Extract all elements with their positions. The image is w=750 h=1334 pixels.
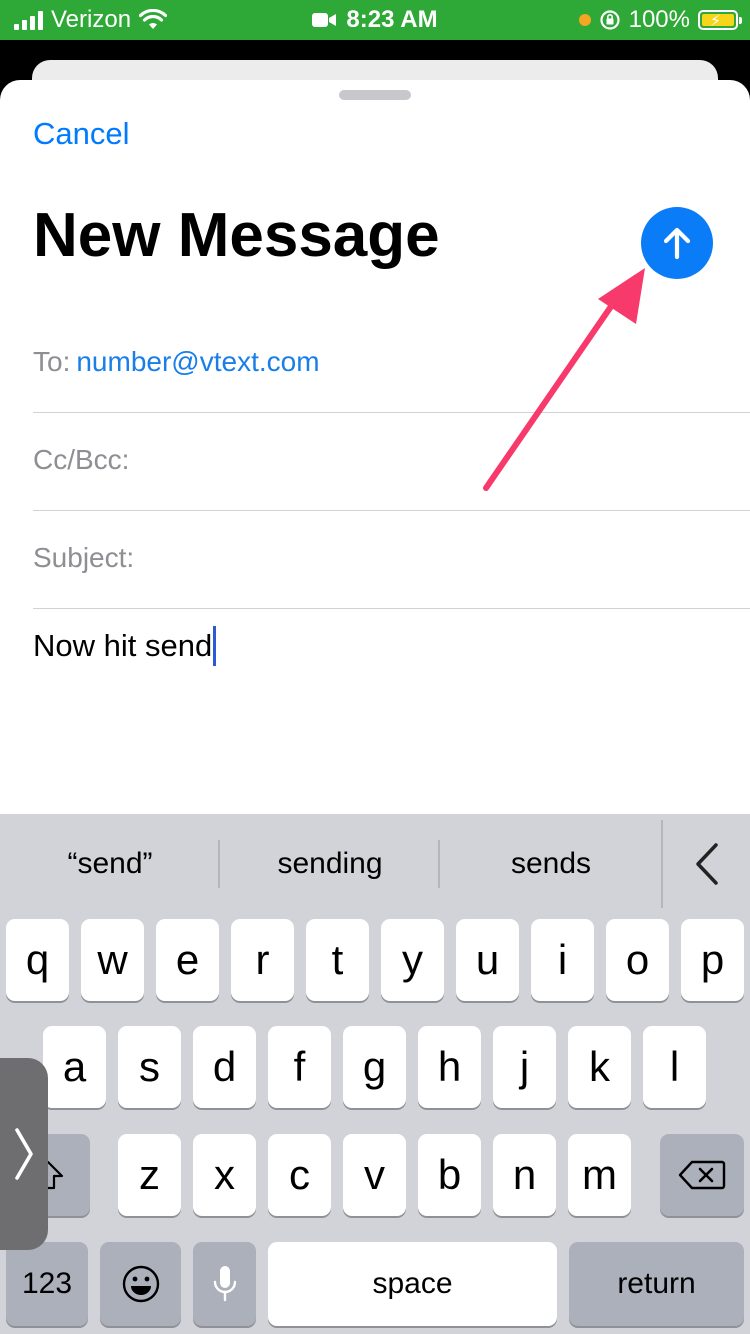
battery-icon: ⚡ (698, 10, 742, 30)
key-u[interactable]: u (456, 919, 519, 1001)
prediction-sending[interactable]: sending (220, 814, 440, 914)
side-tab-handle[interactable] (0, 1058, 48, 1250)
key-r[interactable]: r (231, 919, 294, 1001)
key-q[interactable]: q (6, 919, 69, 1001)
subject-field[interactable]: Subject: (33, 542, 750, 574)
key-w[interactable]: w (81, 919, 144, 1001)
message-body[interactable]: Now hit send (33, 626, 217, 666)
status-bar: Verizon 8:23 AM 100% ⚡ (0, 0, 750, 40)
predictive-bar: “send” sending sends (0, 814, 750, 914)
send-arrow-icon (663, 227, 691, 260)
key-f[interactable]: f (268, 1026, 331, 1108)
key-x[interactable]: x (193, 1134, 256, 1216)
prediction-send[interactable]: “send” (0, 814, 220, 914)
video-camera-icon (312, 13, 337, 27)
key-a[interactable]: a (43, 1026, 106, 1108)
dictation-key[interactable] (193, 1242, 256, 1326)
status-right: 100% ⚡ (578, 0, 742, 40)
numbers-key[interactable]: 123 (6, 1242, 88, 1326)
divider (33, 412, 750, 413)
key-p[interactable]: p (681, 919, 744, 1001)
key-h[interactable]: h (418, 1026, 481, 1108)
space-key[interactable]: space (268, 1242, 557, 1326)
send-button[interactable] (641, 207, 713, 279)
battery-percentage: 100% (628, 6, 690, 33)
key-l[interactable]: l (643, 1026, 706, 1108)
microphone-icon (213, 1266, 236, 1302)
collapse-predictions-icon (695, 843, 718, 885)
key-c[interactable]: c (268, 1134, 331, 1216)
divider (33, 510, 750, 511)
recording-indicator-dot (578, 14, 591, 26)
key-m[interactable]: m (568, 1134, 631, 1216)
prediction-sends[interactable]: sends (440, 814, 662, 914)
side-tab-chevron-icon (15, 1128, 33, 1180)
cancel-button[interactable]: Cancel (33, 116, 130, 152)
key-i[interactable]: i (531, 919, 594, 1001)
to-recipient[interactable]: number@vtext.com (76, 346, 319, 377)
message-body-text: Now hit send (33, 628, 213, 663)
key-o[interactable]: o (606, 919, 669, 1001)
key-t[interactable]: t (306, 919, 369, 1001)
emoji-icon (122, 1265, 159, 1303)
key-g[interactable]: g (343, 1026, 406, 1108)
return-key[interactable]: return (569, 1242, 744, 1326)
divider (33, 608, 750, 609)
subject-label: Subject: (33, 542, 135, 573)
to-label: To: (33, 346, 71, 377)
ccbcc-field[interactable]: Cc/Bcc: (33, 444, 750, 476)
page-title: New Message (33, 201, 440, 270)
key-j[interactable]: j (493, 1026, 556, 1108)
sheet-grabber[interactable] (339, 90, 411, 100)
text-cursor (213, 626, 217, 666)
ccbcc-label: Cc/Bcc: (33, 444, 130, 475)
key-b[interactable]: b (418, 1134, 481, 1216)
key-d[interactable]: d (193, 1026, 256, 1108)
key-v[interactable]: v (343, 1134, 406, 1216)
key-y[interactable]: y (381, 919, 444, 1001)
delete-icon (678, 1160, 726, 1190)
collapse-predictions-button[interactable] (663, 814, 750, 914)
key-k[interactable]: k (568, 1026, 631, 1108)
delete-key[interactable] (660, 1134, 744, 1216)
to-field[interactable]: To: number@vtext.com (33, 346, 750, 378)
key-z[interactable]: z (118, 1134, 181, 1216)
key-e[interactable]: e (156, 919, 219, 1001)
emoji-key[interactable] (100, 1242, 181, 1326)
clock: 8:23 AM (346, 6, 438, 33)
key-n[interactable]: n (493, 1134, 556, 1216)
orientation-lock-icon (600, 10, 620, 30)
key-s[interactable]: s (118, 1026, 181, 1108)
